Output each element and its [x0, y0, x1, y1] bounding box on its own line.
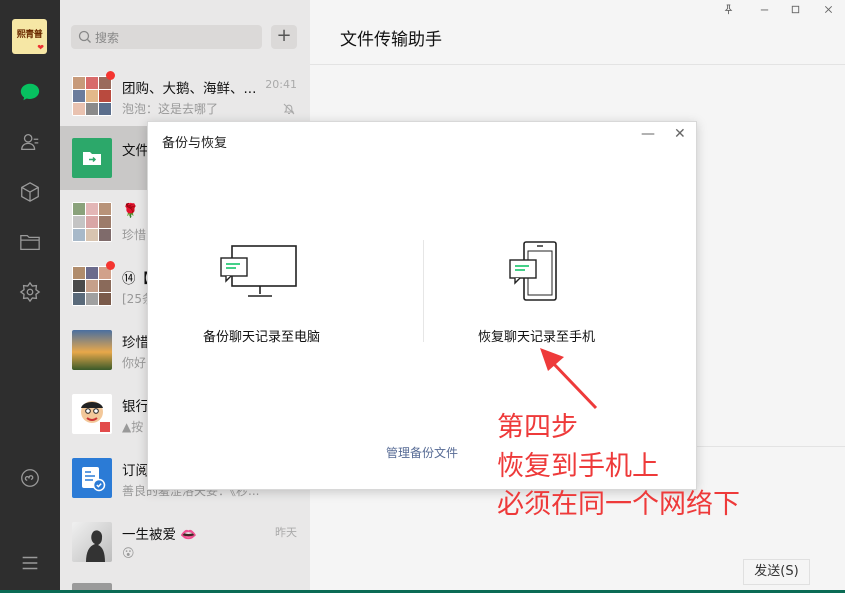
portrait-avatar [72, 522, 112, 562]
chat-name: 珍惜 [122, 335, 149, 351]
left-nav: 熙青普 ❤ [0, 0, 60, 593]
annotation-arrow-icon [540, 348, 598, 410]
computer-icon[interactable] [220, 244, 302, 300]
group-avatar [72, 76, 112, 116]
manage-backup-link[interactable]: 管理备份文件 [386, 444, 458, 461]
chat-preview: 泡泡：这是去哪了 [122, 102, 219, 116]
unread-badge [106, 261, 115, 270]
pin-icon[interactable] [721, 4, 735, 18]
backup-to-pc-button[interactable]: 备份聊天记录至电脑 [203, 326, 320, 345]
favorites-icon[interactable] [18, 180, 42, 204]
file-transfer-avatar [72, 138, 112, 178]
backup-restore-dialog: 备份与恢复 — ✕ 备份聊天记录至电脑 恢复聊天记录至手机 管理备份文件 [147, 121, 697, 490]
chat-name: 文件 [122, 143, 149, 159]
add-chat-button[interactable]: + [271, 25, 297, 49]
chat-name: 🌹 [122, 203, 139, 219]
chat-title: 文件传输助手 [340, 30, 442, 50]
bank-avatar [72, 394, 112, 434]
files-icon[interactable] [18, 230, 42, 254]
phone-icon[interactable] [508, 240, 560, 304]
list-item[interactable]: 一生被爱 👄 😮 昨天 [60, 510, 310, 574]
dialog-close-button[interactable]: ✕ [674, 126, 686, 142]
chat-icon[interactable] [18, 80, 42, 104]
chat-time: 昨天 [275, 526, 297, 539]
chat-time: 20:41 [265, 78, 297, 91]
group-avatar [72, 266, 112, 306]
miniprogram-icon[interactable] [18, 466, 42, 490]
contacts-icon[interactable] [18, 130, 42, 154]
folder-arrow-icon [83, 152, 101, 165]
chat-preview: 你好 [122, 356, 147, 370]
menu-icon[interactable] [18, 551, 42, 575]
heart-icon: ❤ [37, 43, 44, 52]
search-input[interactable]: 搜索 [71, 25, 262, 49]
maximize-icon[interactable] [788, 4, 802, 18]
annotation-step: 第四步 [497, 412, 578, 443]
send-button[interactable]: 发送(S) [743, 559, 810, 585]
settings-icon[interactable] [18, 280, 42, 304]
mute-bell-icon [283, 103, 295, 115]
chat-name: ⑭【 [122, 271, 149, 287]
list-item[interactable]: 团购、大鹅、海鲜、... 泡泡：这是去哪了 20:41 [60, 64, 310, 128]
chat-name: 一生被爱 👄 [122, 527, 198, 543]
chat-name: 团购、大鹅、海鲜、... [122, 81, 257, 97]
annotation-network: 必须在同一个网络下 [497, 489, 740, 520]
group-avatar [72, 202, 112, 242]
chat-name: 银行 [122, 399, 149, 415]
chat-preview: ▲按 [122, 420, 144, 434]
close-icon[interactable] [821, 4, 835, 18]
annotation-restore: 恢复到手机上 [497, 451, 659, 482]
chat-preview: 珍惜 [122, 228, 147, 242]
option-divider [423, 240, 424, 342]
chat-preview: 😮 [122, 546, 135, 560]
sunset-avatar [72, 330, 112, 370]
unread-badge [106, 71, 115, 80]
avatar-text: 熙青普 [16, 30, 43, 40]
dialog-title: 备份与恢复 [162, 136, 228, 151]
user-avatar[interactable]: 熙青普 ❤ [12, 19, 47, 54]
subscription-avatar [72, 458, 112, 498]
search-icon [78, 30, 91, 43]
chat-name: 订阅 [122, 463, 149, 479]
header-divider [310, 64, 845, 65]
dialog-minimize-button[interactable]: — [641, 126, 655, 142]
search-placeholder: 搜索 [95, 31, 120, 45]
minimize-icon[interactable] [757, 4, 771, 18]
